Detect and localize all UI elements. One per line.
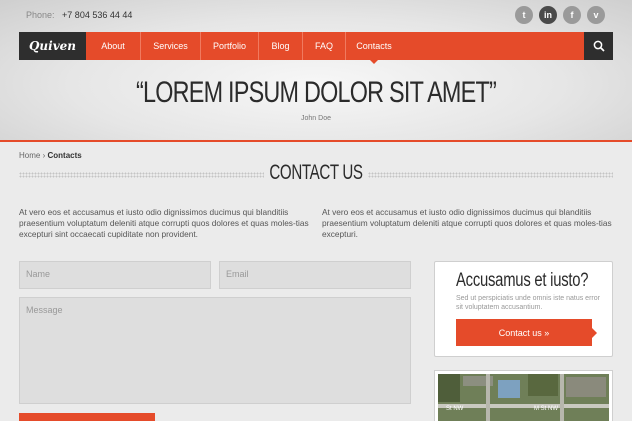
nav-menu: About Services Portfolio Blog FAQ Contac… [86,32,584,64]
nav-item-faq[interactable]: FAQ [302,32,345,60]
logo[interactable]: Quiven [19,32,86,60]
breadcrumb-separator: › [42,151,46,160]
breadcrumb-home[interactable]: Home [19,151,40,160]
page-title-bar: CONTACT US [19,160,613,188]
twitter-icon[interactable]: t [515,6,533,24]
intro-text-right: At vero eos et accusamus et iusto odio d… [322,207,612,239]
phone-label: Phone: [26,10,55,20]
message-field[interactable]: Message [19,297,411,404]
page-title: CONTACT US [269,161,363,184]
hero-quote: “LOREM IPSUM DOLOR SIT AMET” [136,76,497,109]
intro-text-left: At vero eos et accusamus et iusto odio d… [19,207,309,239]
hero-author: John Doe [301,115,331,122]
nav-item-contacts[interactable]: Contacts [345,32,402,64]
contact-us-button[interactable]: Contact us » [456,319,597,346]
cta-title: Accusamus et iusto? [456,270,589,291]
nav-item-blog[interactable]: Blog [258,32,302,60]
nav-item-services[interactable]: Services [140,32,200,60]
name-field[interactable]: Name [19,261,211,289]
linkedin-icon[interactable]: in [539,6,557,24]
map-street-label: M St NW [534,406,558,412]
send-button[interactable] [19,413,155,421]
vimeo-icon[interactable]: v [587,6,605,24]
breadcrumb-current: Contacts [47,151,82,160]
main-nav: Quiven About Services Portfolio Blog FAQ… [19,32,613,64]
search-button[interactable] [584,32,613,60]
search-icon [593,40,605,52]
email-field[interactable]: Email [219,261,411,289]
phone-number[interactable]: +7 804 536 44 44 [62,10,132,20]
map-street-label: St NW [446,406,464,412]
phone-info: Phone: +7 804 536 44 44 [26,10,132,20]
breadcrumb: Home › Contacts [19,151,82,160]
cta-text: Sed ut perspiciatis unde omnis iste natu… [456,295,600,311]
social-links: t in f v [515,6,605,24]
map-widget[interactable]: St NW M St NW [434,370,613,421]
map-satellite[interactable]: St NW M St NW [438,374,609,421]
header-divider [0,140,632,142]
facebook-icon[interactable]: f [563,6,581,24]
nav-item-portfolio[interactable]: Portfolio [200,32,258,60]
nav-item-about[interactable]: About [86,32,140,60]
contact-cta-box: Accusamus et iusto? Sed ut perspiciatis … [434,261,613,357]
